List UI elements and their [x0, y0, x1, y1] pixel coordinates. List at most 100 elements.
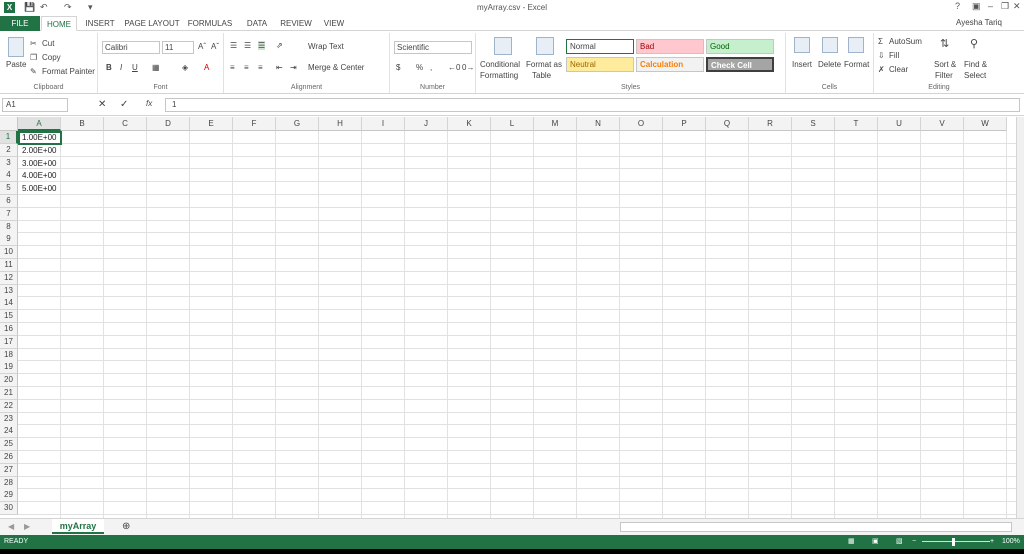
- style-neutral[interactable]: Neutral: [566, 57, 634, 72]
- clear-button[interactable]: Clear: [889, 65, 908, 74]
- tab-home[interactable]: HOME: [41, 16, 77, 31]
- row-header[interactable]: 30: [0, 502, 18, 516]
- column-header[interactable]: I: [362, 117, 405, 131]
- tab-insert[interactable]: INSERT: [80, 16, 120, 31]
- style-bad[interactable]: Bad: [636, 39, 704, 54]
- row-header[interactable]: 13: [0, 284, 18, 298]
- fill-icon[interactable]: ⇩: [878, 51, 885, 60]
- cut-button[interactable]: Cut: [42, 39, 54, 48]
- number-format-select[interactable]: Scientific: [394, 41, 472, 54]
- row-header[interactable]: 14: [0, 297, 18, 311]
- increase-decimal-icon[interactable]: ←0: [448, 63, 460, 72]
- wrap-text-button[interactable]: Wrap Text: [308, 42, 344, 51]
- row-header[interactable]: 29: [0, 489, 18, 503]
- style-check-cell[interactable]: Check Cell: [706, 57, 774, 72]
- comma-button[interactable]: ,: [430, 63, 432, 72]
- cell-a4[interactable]: 4.00E+00: [19, 170, 61, 182]
- format-painter-icon[interactable]: ✎: [30, 67, 37, 76]
- zoom-in-icon[interactable]: +: [990, 535, 994, 549]
- vertical-scrollbar[interactable]: [1016, 117, 1024, 518]
- autosum-icon[interactable]: Σ: [878, 37, 883, 46]
- column-header[interactable]: Q: [706, 117, 749, 131]
- tab-view[interactable]: VIEW: [318, 16, 350, 31]
- row-header[interactable]: 21: [0, 387, 18, 400]
- insert-function-button[interactable]: fx: [146, 99, 152, 108]
- copy-icon[interactable]: ❐: [30, 53, 37, 62]
- decrease-indent-icon[interactable]: ⇤: [276, 63, 283, 72]
- decrease-decimal-icon[interactable]: 0→: [462, 63, 474, 72]
- font-color-icon[interactable]: A: [204, 63, 209, 72]
- underline-button[interactable]: U: [132, 63, 138, 72]
- column-header[interactable]: B: [61, 117, 104, 131]
- paste-icon[interactable]: [8, 37, 24, 57]
- zoom-slider-thumb[interactable]: [952, 538, 955, 546]
- format-cells-icon[interactable]: [848, 37, 864, 53]
- row-header[interactable]: 5: [0, 182, 18, 196]
- column-header[interactable]: C: [104, 117, 147, 131]
- delete-cells-button[interactable]: Delete: [818, 60, 841, 69]
- find-select-button[interactable]: Find &: [964, 60, 987, 69]
- find-select-icon[interactable]: ⚲: [970, 37, 978, 50]
- row-header[interactable]: 22: [0, 399, 18, 413]
- font-name-select[interactable]: Calibri: [102, 41, 160, 54]
- row-header[interactable]: 26: [0, 451, 18, 464]
- copy-button[interactable]: Copy: [42, 53, 61, 62]
- column-header[interactable]: M: [534, 117, 577, 131]
- zoom-slider[interactable]: [922, 541, 990, 542]
- minimize-button[interactable]: –: [988, 1, 993, 11]
- tab-data[interactable]: DATA: [240, 16, 274, 31]
- currency-button[interactable]: $: [396, 63, 400, 72]
- row-header[interactable]: 4: [0, 169, 18, 183]
- row-header[interactable]: 11: [0, 259, 18, 272]
- align-middle-icon[interactable]: ☰: [244, 41, 251, 50]
- merge-center-button[interactable]: Merge & Center: [308, 63, 364, 72]
- row-header[interactable]: 10: [0, 246, 18, 260]
- row-header[interactable]: 24: [0, 425, 18, 439]
- column-header[interactable]: N: [577, 117, 620, 131]
- conditional-formatting-button[interactable]: Conditional: [480, 60, 520, 69]
- row-header[interactable]: 12: [0, 271, 18, 285]
- restore-button[interactable]: ❐: [1001, 1, 1009, 12]
- row-header[interactable]: 23: [0, 412, 18, 426]
- shrink-font-button[interactable]: Aˇ: [211, 42, 219, 51]
- help-button[interactable]: ?: [955, 1, 960, 11]
- clear-icon[interactable]: ✗: [878, 65, 885, 74]
- cell-a2[interactable]: 2.00E+00: [19, 145, 61, 157]
- align-center-icon[interactable]: ≡: [244, 63, 249, 72]
- percent-button[interactable]: %: [416, 63, 423, 72]
- page-layout-view-icon[interactable]: ▣: [872, 535, 879, 549]
- column-header[interactable]: P: [663, 117, 706, 131]
- row-header[interactable]: 25: [0, 438, 18, 452]
- formula-input[interactable]: 1: [165, 98, 1020, 112]
- spreadsheet-grid[interactable]: A B C D E F G H I J K L M N O P Q R S T U V W 1 2 3 4 5 6 7 8 9 10 11 12 13…: [0, 117, 1016, 518]
- column-header[interactable]: L: [491, 117, 534, 131]
- select-all-corner[interactable]: [0, 117, 18, 131]
- column-header[interactable]: T: [835, 117, 878, 131]
- row-header[interactable]: 3: [0, 156, 18, 170]
- conditional-formatting-icon[interactable]: [494, 37, 512, 55]
- row-header[interactable]: 2: [0, 143, 18, 157]
- format-as-table-icon[interactable]: [536, 37, 554, 55]
- fill-button[interactable]: Fill: [889, 51, 899, 60]
- column-header[interactable]: A: [18, 117, 61, 131]
- format-as-table-button[interactable]: Format as: [526, 60, 562, 69]
- style-normal[interactable]: Normal: [566, 39, 634, 54]
- sheet-tab[interactable]: myArray: [52, 519, 104, 534]
- format-painter-button[interactable]: Format Painter: [42, 67, 95, 76]
- style-good[interactable]: Good: [706, 39, 774, 54]
- row-header[interactable]: 18: [0, 348, 18, 362]
- cancel-icon[interactable]: ✕: [98, 99, 106, 110]
- tab-review[interactable]: REVIEW: [278, 16, 314, 31]
- format-cells-button[interactable]: Format: [844, 60, 869, 69]
- sort-filter-button[interactable]: Sort &: [934, 60, 956, 69]
- column-header[interactable]: D: [147, 117, 190, 131]
- row-header[interactable]: 16: [0, 323, 18, 336]
- orientation-icon[interactable]: ⇗: [276, 41, 283, 50]
- grow-font-button[interactable]: Aˆ: [198, 42, 206, 51]
- tab-page-layout[interactable]: PAGE LAYOUT: [122, 16, 182, 31]
- conditional-formatting-label2[interactable]: Formatting: [480, 71, 518, 80]
- row-header[interactable]: 7: [0, 207, 18, 221]
- row-header[interactable]: 27: [0, 463, 18, 477]
- sort-filter-icon[interactable]: ⇅: [940, 37, 949, 50]
- cell-a5[interactable]: 5.00E+00: [19, 183, 61, 195]
